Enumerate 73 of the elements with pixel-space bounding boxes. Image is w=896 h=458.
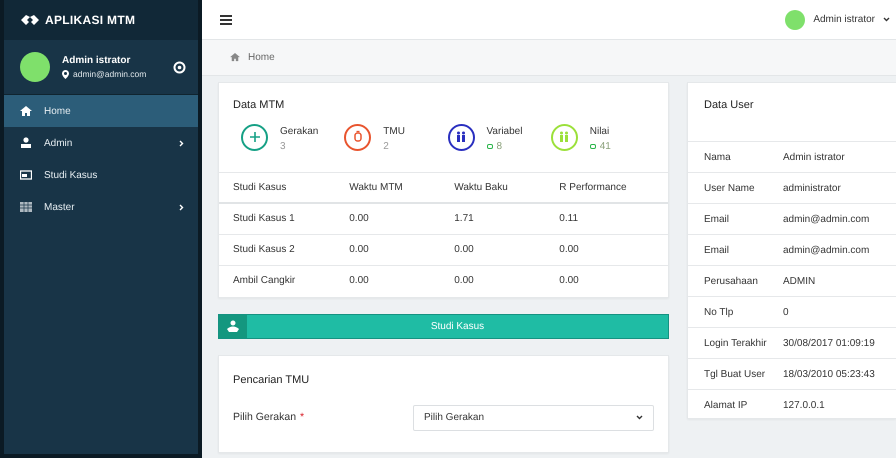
bar-label: Studi Kasus xyxy=(430,320,486,334)
menu-item[interactable]: Studi Kasus xyxy=(4,159,198,191)
field-label: Tgl Buat User xyxy=(704,368,766,382)
avatar xyxy=(20,52,50,82)
field-value: admin@admin.com xyxy=(783,244,870,258)
field-label: Email xyxy=(704,244,730,258)
field-label: Perusahaan xyxy=(704,274,759,288)
settings-icon[interactable] xyxy=(173,60,186,74)
id-card-icon xyxy=(20,169,32,181)
field-value: 0 xyxy=(783,306,789,320)
field-value: administrator xyxy=(783,182,841,196)
stat-label: Variabel xyxy=(486,124,522,138)
table-cell: Studi Kasus 2 xyxy=(219,234,336,265)
field-label: Email xyxy=(704,212,730,226)
card-title: Data MTM xyxy=(232,98,286,113)
field-value: 127.0.0.1 xyxy=(783,398,825,412)
table-cell: 0.00 xyxy=(440,265,546,296)
field-label: Pilih Gerakan xyxy=(233,410,296,425)
menu-item[interactable]: Master xyxy=(4,191,198,223)
field-value: ADMIN xyxy=(783,274,816,288)
stat-value: 2 xyxy=(383,140,389,154)
card-title: Pencarian TMU xyxy=(233,373,310,388)
table-cell: 0.00 xyxy=(545,234,668,265)
chevron-icon xyxy=(179,140,184,146)
stat-value: 3 xyxy=(280,140,286,154)
app-title: APLIKASI MTM xyxy=(45,12,136,29)
column-header: Waktu Baku xyxy=(440,172,546,203)
table-cell: 0.00 xyxy=(335,265,440,296)
stat-label: Gerakan xyxy=(280,124,318,138)
menu-item[interactable]: Home xyxy=(4,95,198,127)
menu-icon[interactable] xyxy=(220,14,232,24)
table-cell: 0.00 xyxy=(440,234,546,265)
logo-icon xyxy=(20,14,40,26)
person-icon xyxy=(226,320,240,333)
location-pin-icon xyxy=(62,70,69,79)
breadcrumb-item[interactable]: Home xyxy=(248,50,275,65)
home-icon xyxy=(230,53,240,62)
field-value: admin@admin.com xyxy=(783,212,870,226)
field-value: 30/08/2017 01:09:19 xyxy=(783,336,875,350)
field-label: User Name xyxy=(704,182,756,196)
field-label: Login Terakhir xyxy=(704,336,768,350)
table-cell: 0.00 xyxy=(545,265,668,296)
caret-icon xyxy=(636,415,643,420)
home-icon xyxy=(20,105,32,117)
column-header: Waktu MTM xyxy=(335,172,440,203)
field-value: 18/03/2010 05:23:43 xyxy=(783,368,875,382)
user-name: Admin istrator xyxy=(62,54,132,68)
caret-icon xyxy=(883,17,890,22)
user-icon xyxy=(20,137,32,149)
stat-value: 8 xyxy=(496,140,502,154)
stat-value: 41 xyxy=(600,140,611,154)
table-cell: 0.00 xyxy=(335,234,440,265)
field-label: No Tlp xyxy=(704,306,734,320)
table-cell: Ambil Cangkir xyxy=(219,265,336,296)
table-cell: 0.00 xyxy=(335,203,440,234)
menu-item[interactable]: Admin xyxy=(4,127,198,159)
gerakan-select[interactable]: Pilih Gerakan xyxy=(413,404,654,430)
grid-icon xyxy=(20,201,32,213)
stat-label: TMU xyxy=(383,124,405,138)
chevron-icon xyxy=(179,204,184,210)
field-label: Alamat IP xyxy=(704,398,748,412)
column-header: R Performance xyxy=(545,172,668,203)
field-label: Nama xyxy=(704,150,732,164)
column-header: Studi Kasus xyxy=(219,172,336,203)
required-mark: * xyxy=(300,410,304,425)
card-title: Data User xyxy=(703,98,755,113)
user-menu[interactable]: Admin istrator xyxy=(785,10,890,30)
table-cell: 1.71 xyxy=(440,203,546,234)
field-value: Admin istrator xyxy=(783,150,845,164)
table-cell: 0.11 xyxy=(545,203,668,234)
table-cell: Studi Kasus 1 xyxy=(219,203,336,234)
stat-label: Nilai xyxy=(590,124,610,138)
user-email: admin@admin.com xyxy=(73,68,146,81)
